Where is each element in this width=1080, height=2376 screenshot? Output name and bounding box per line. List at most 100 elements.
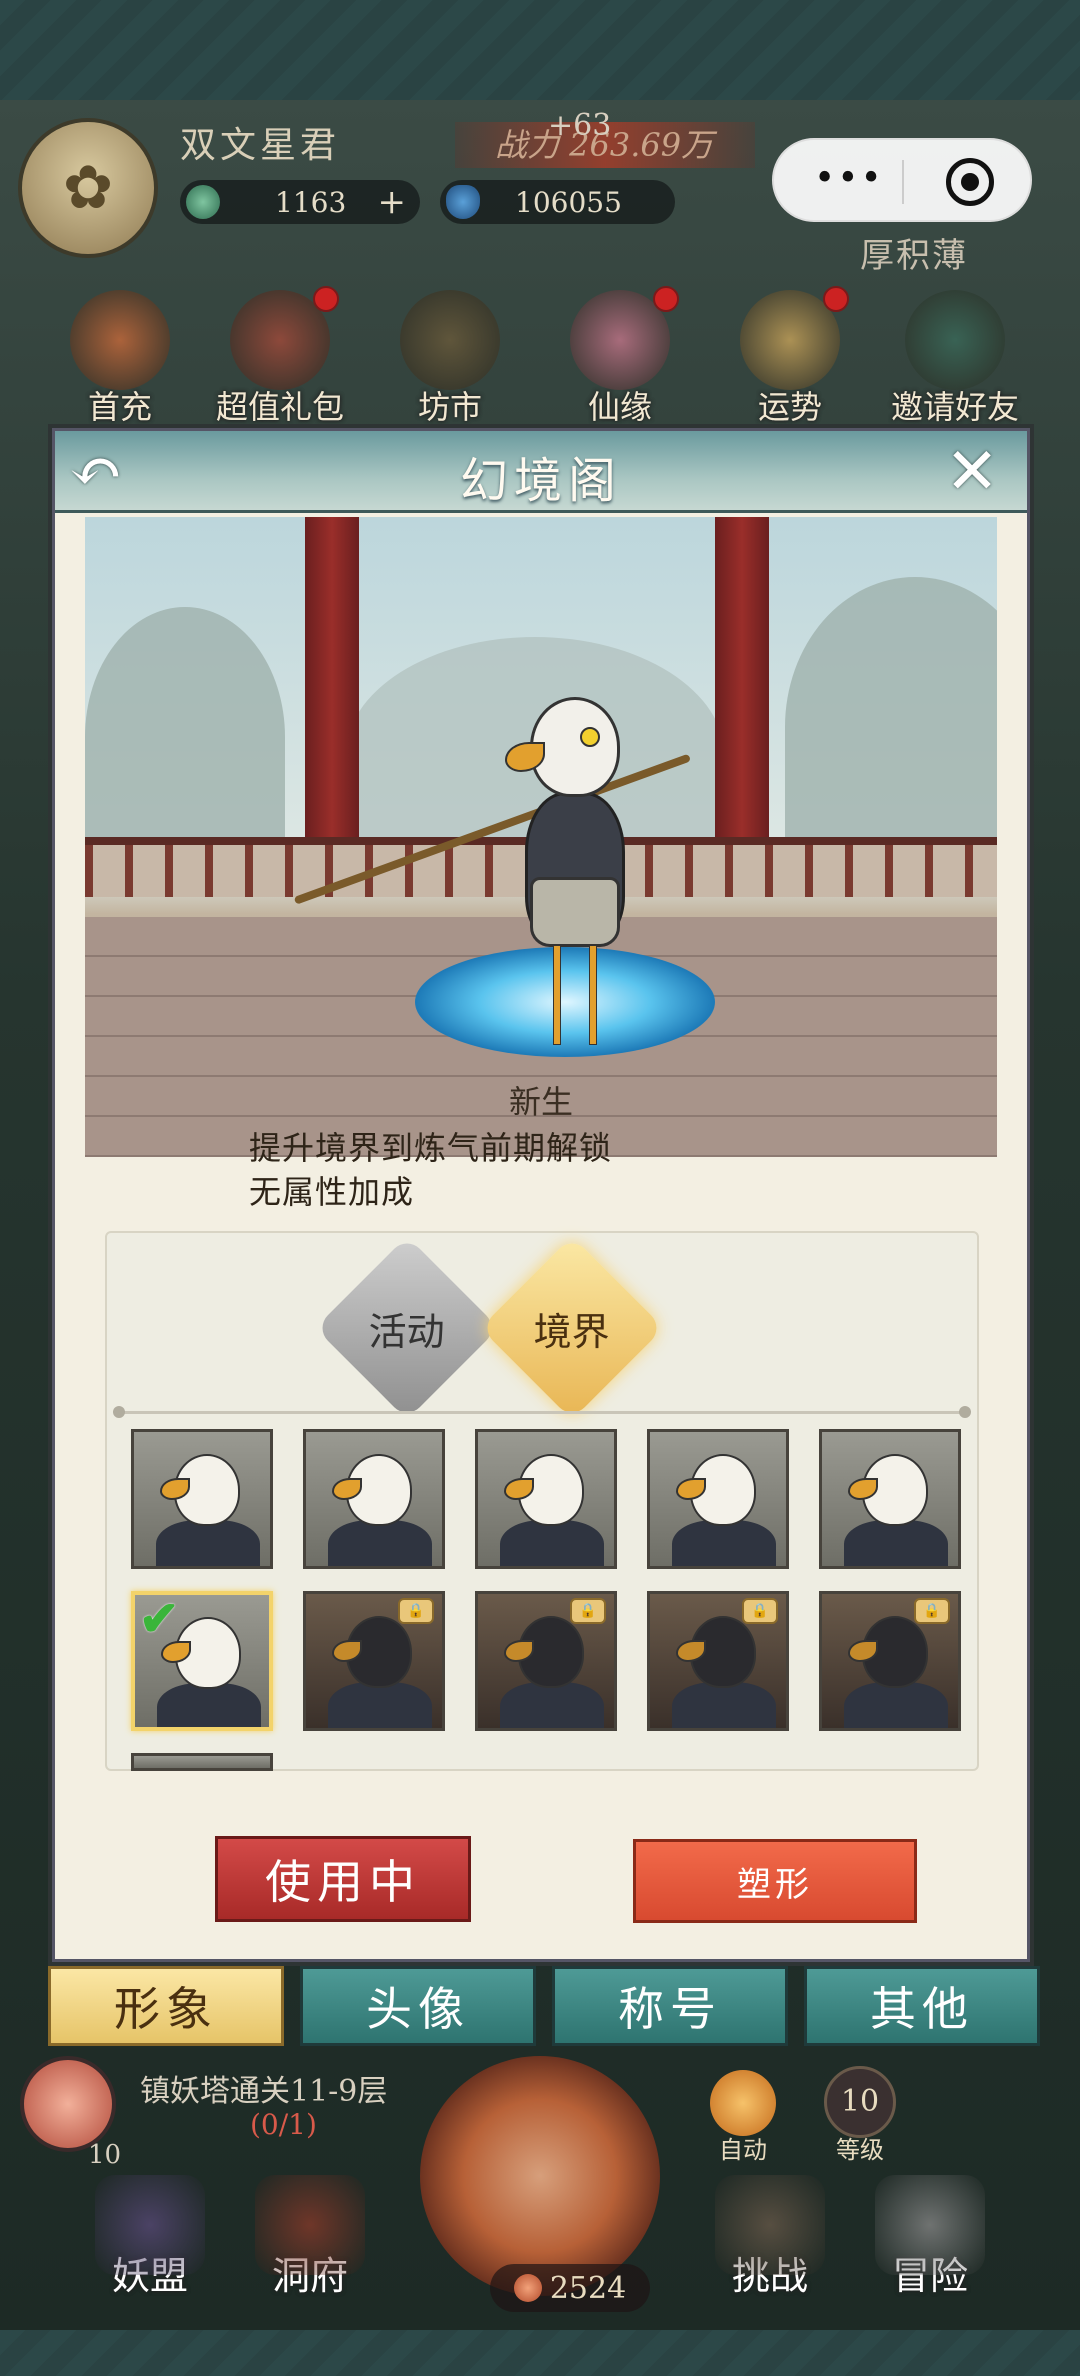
jade-resource[interactable]: 1163 + [180, 180, 420, 224]
eagle-character [485, 697, 655, 1057]
auto-icon [710, 2070, 776, 2136]
red-pillar [305, 517, 359, 837]
modal-title: 幻境阁 [459, 453, 622, 509]
modal-header: ↶ 幻境阁 ✕ [55, 431, 1027, 513]
bottom-tab[interactable]: 其他 [804, 1966, 1040, 2046]
mountain [85, 607, 285, 867]
nav-icon [715, 2175, 825, 2275]
lock-icon: 🔒 [914, 1598, 950, 1624]
skin-tile[interactable]: 🔒 [647, 1591, 789, 1731]
skin-tile[interactable] [819, 1429, 961, 1569]
top-icon-item[interactable]: 超值礼包 [215, 286, 345, 428]
quest-progress: (0/1) [250, 2108, 317, 2141]
nav-icon [255, 2175, 365, 2275]
divider [113, 1406, 971, 1418]
skin-body [500, 1682, 604, 1728]
skin-tile[interactable] [131, 1429, 273, 1569]
skin-body [328, 1682, 432, 1728]
tab-activity[interactable]: 活动 [315, 1236, 499, 1420]
coin-icon [513, 2274, 542, 2302]
auto-button[interactable]: 自动 [705, 2070, 781, 2165]
lock-icon: 🔒 [742, 1598, 778, 1624]
skin-tile[interactable] [475, 1429, 617, 1569]
top-icon-image [905, 290, 1005, 390]
character-preview-scene [85, 517, 997, 1157]
player-avatar[interactable]: ✿ [18, 118, 158, 258]
level-number: 10 [824, 2066, 896, 2138]
quest-tracker[interactable]: 镇妖塔通关11-9层 (0/1) [20, 2056, 440, 2152]
top-icon-item[interactable]: 仙缘 [555, 286, 685, 428]
unlock-condition: 提升境界到炼气前期解锁 [249, 1129, 613, 1167]
coin-counter: 2524 [490, 2264, 650, 2312]
top-decor-strip [0, 0, 1080, 100]
top-icon-item[interactable]: 邀请好友 [890, 290, 1020, 428]
quest-level: 10 [88, 2140, 122, 2170]
bottom-tab[interactable]: 形象 [48, 1966, 284, 2046]
cultivate-orb[interactable] [420, 2056, 660, 2296]
nav-item[interactable]: 挑战 [700, 2175, 840, 2300]
player-name: 双文星君 [180, 125, 341, 166]
bottom-tab[interactable]: 头像 [300, 1966, 536, 2046]
mountain [785, 577, 997, 877]
skin-tile[interactable] [131, 1753, 273, 1771]
gem-amount: 106055 [515, 185, 622, 219]
nav-icon [95, 2175, 205, 2275]
more-menu-icon[interactable]: ••• [814, 161, 884, 197]
red-pillar [715, 517, 769, 837]
lock-icon: 🔒 [398, 1598, 434, 1624]
auto-label: 自动 [719, 2136, 767, 2164]
jade-amount: 1163 [275, 185, 347, 219]
skin-body [844, 1520, 948, 1566]
skin-body [156, 1520, 260, 1566]
top-icon-image [70, 290, 170, 390]
in-use-button[interactable]: 使用中 [215, 1836, 471, 1922]
accumulate-label: 厚积薄 [860, 236, 968, 276]
skin-selection-panel: 活动 境界 ✔ 🔒 🔒 🔒 🔒 [105, 1231, 979, 1771]
tab-realm[interactable]: 境界 [480, 1236, 664, 1420]
bottom-tab[interactable]: 称号 [552, 1966, 788, 2046]
bottom-decor-strip [0, 2330, 1080, 2376]
close-icon[interactable]: ✕ [937, 437, 1007, 507]
top-icon-item[interactable]: 运势 [725, 286, 855, 428]
character-leg [553, 945, 561, 1045]
power-delta: +63 [548, 108, 612, 143]
quest-text: 镇妖塔通关11-9层 [140, 2074, 388, 2109]
skin-tile[interactable]: 🔒 [475, 1591, 617, 1731]
nav-item[interactable]: 妖盟 [80, 2175, 220, 2300]
skin-tile[interactable]: ✔ [131, 1591, 273, 1731]
skin-tile[interactable]: 🔒 [819, 1591, 961, 1731]
miniprogram-capsule: ••• [772, 138, 1032, 222]
character-leg [589, 945, 597, 1045]
level-label: 等级 [836, 2136, 884, 2164]
jade-icon [186, 185, 220, 219]
jade-add-icon[interactable]: + [378, 182, 407, 222]
notification-dot [823, 286, 849, 312]
notification-dot [313, 286, 339, 312]
close-miniprogram-icon[interactable] [946, 158, 994, 206]
skin-body [500, 1520, 604, 1566]
nav-item[interactable]: 洞府 [240, 2175, 380, 2300]
skin-body [844, 1682, 948, 1728]
capsule-separator [902, 160, 904, 204]
skin-tile[interactable] [303, 1429, 445, 1569]
top-icon-item[interactable]: 首充 [55, 290, 185, 428]
skin-body [672, 1520, 776, 1566]
gem-icon [446, 185, 480, 219]
reshape-button[interactable]: 塑形 [633, 1839, 917, 1923]
skin-body [157, 1683, 261, 1727]
peach-icon [20, 2056, 116, 2152]
check-icon: ✔ [139, 1591, 180, 1647]
skin-tile[interactable] [647, 1429, 789, 1569]
coin-amount: 2524 [549, 2270, 627, 2306]
character-robe [530, 877, 620, 947]
level-indicator[interactable]: 10 等级 [820, 2066, 900, 2165]
skin-body [672, 1682, 776, 1728]
top-icon-item[interactable]: 坊市 [385, 290, 515, 428]
nav-icon [875, 2175, 985, 2275]
illusion-pavilion-modal: ↶ 幻境阁 ✕ 新生 提升境界到炼气前期解锁 无属性加成 活动 境界 ✔ 🔒 🔒… [52, 428, 1030, 1962]
notification-dot [653, 286, 679, 312]
character-eye [580, 727, 600, 747]
skin-tile[interactable]: 🔒 [303, 1591, 445, 1731]
skin-name: 新生 [508, 1083, 573, 1121]
nav-item[interactable]: 冒险 [860, 2175, 1000, 2300]
